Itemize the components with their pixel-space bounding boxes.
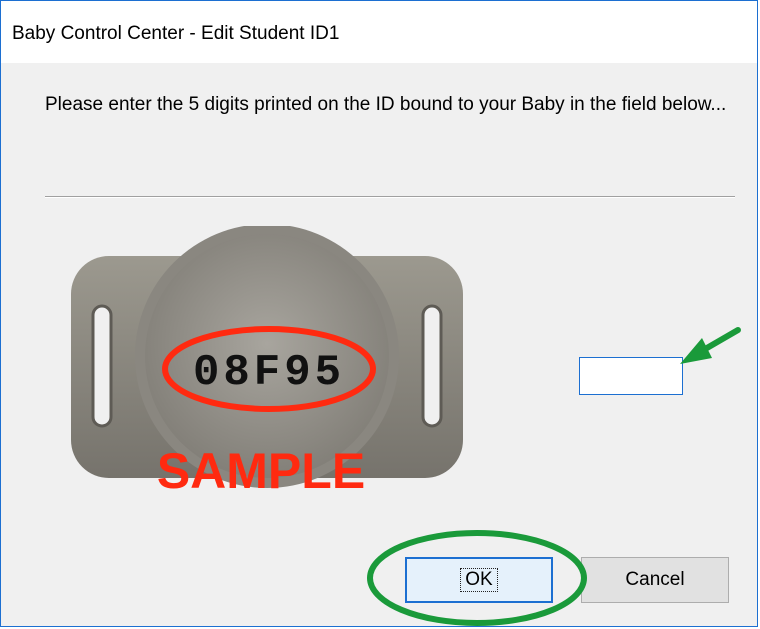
right-slot <box>421 304 443 428</box>
left-slot <box>91 304 113 428</box>
cancel-button[interactable]: Cancel <box>581 557 729 603</box>
title-bar[interactable]: Baby Control Center - Edit Student ID1 <box>1 1 757 63</box>
tag-code: 08F95 <box>193 348 345 398</box>
window-title: Baby Control Center - Edit Student ID1 <box>12 23 340 44</box>
instruction-text: Please enter the 5 digits printed on the… <box>45 94 727 115</box>
cancel-label: Cancel <box>625 569 685 590</box>
student-id-input[interactable] <box>579 357 683 395</box>
ok-button[interactable]: OK <box>405 557 553 603</box>
edit-student-id-dialog: Baby Control Center - Edit Student ID1 P… <box>0 0 758 627</box>
ok-label: OK <box>460 568 498 592</box>
separator <box>45 196 735 198</box>
id-tag-sample-image: 08F95 SAMPLE <box>71 226 463 499</box>
sample-watermark: SAMPLE <box>157 443 365 499</box>
